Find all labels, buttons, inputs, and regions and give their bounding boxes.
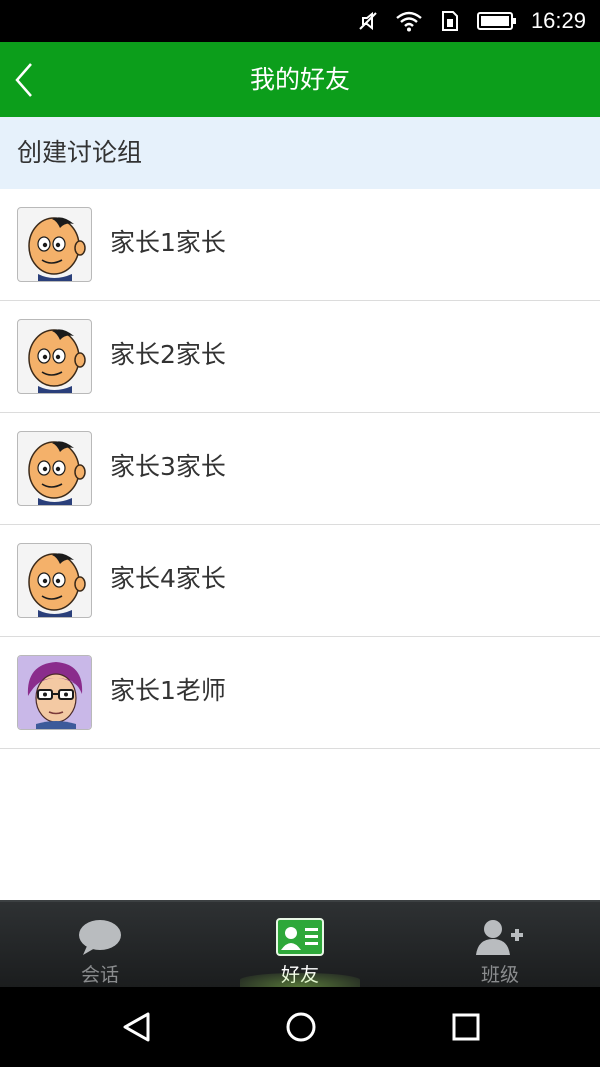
tab-label: 好友: [280, 964, 319, 986]
friend-list-item[interactable]: 家长3家长: [0, 413, 600, 525]
create-group-label: 创建讨论组: [17, 138, 143, 167]
bottom-tab-bar: 会话 好友 班级: [0, 900, 600, 987]
tab-label: 会话: [80, 964, 119, 986]
cartoon-boy-avatar: [17, 319, 92, 394]
nav-home-button[interactable]: [261, 987, 341, 1067]
title-bar: 我的好友: [0, 42, 600, 117]
status-time: 16:29: [530, 8, 586, 33]
page-title: 我的好友: [249, 65, 350, 94]
home-circle-icon: [286, 1012, 316, 1042]
back-button[interactable]: [4, 42, 44, 117]
system-nav-bar: [0, 987, 600, 1067]
friend-name: 家长4家长: [110, 564, 226, 593]
tab-chats[interactable]: 会话: [0, 902, 200, 987]
tab-label: 班级: [480, 964, 519, 986]
friend-list-item[interactable]: 家长1老师: [0, 637, 600, 749]
friend-list-item[interactable]: 家长1家长: [0, 189, 600, 301]
nav-back-button[interactable]: [96, 987, 176, 1067]
back-triangle-icon: [123, 1012, 150, 1042]
friend-name: 家长1家长: [110, 228, 226, 257]
chevron-left-icon: [15, 62, 32, 97]
friend-list: 家长1家长 家长2家长 家长3家长 家长4家长 家长1老师: [0, 189, 600, 749]
friend-name: 家长3家长: [110, 452, 226, 481]
status-icons: 16:29: [341, 0, 586, 42]
friend-list-item[interactable]: 家长2家长: [0, 301, 600, 413]
status-bar: 16:29: [0, 0, 600, 42]
nav-recents-button[interactable]: [426, 987, 506, 1067]
cartoon-boy-avatar: [17, 431, 92, 506]
friend-list-item[interactable]: 家长4家长: [0, 525, 600, 637]
cartoon-boy-avatar: [17, 207, 92, 282]
recents-square-icon: [452, 1013, 480, 1041]
mute-icon: [357, 10, 379, 32]
sim-icon: [439, 10, 461, 32]
chat-bubble-icon: [77, 918, 123, 956]
create-group-button[interactable]: 创建讨论组: [0, 117, 600, 189]
wifi-icon: [395, 10, 423, 32]
battery-icon: [476, 10, 517, 32]
add-person-icon: [475, 918, 525, 956]
friend-name: 家长1老师: [110, 676, 226, 705]
tab-friends[interactable]: 好友: [200, 902, 400, 987]
cartoon-teacher-avatar: [17, 655, 92, 730]
cartoon-boy-avatar: [17, 543, 92, 618]
contact-card-icon: [276, 918, 324, 956]
friend-name: 家长2家长: [110, 340, 226, 369]
tab-class[interactable]: 班级: [400, 902, 600, 987]
